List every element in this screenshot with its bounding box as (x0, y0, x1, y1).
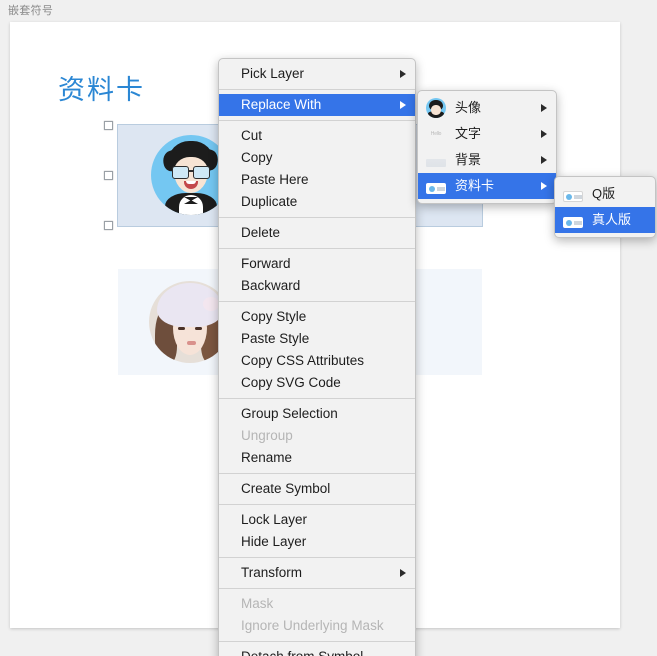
symbol-name-label: 嵌套符号 (8, 5, 54, 17)
menu-item-replace-with[interactable]: Replace With (219, 94, 415, 116)
menu-item-label: Forward (241, 256, 291, 271)
submenu-item-background[interactable]: 背景 (418, 147, 556, 173)
menu-item-label: Create Symbol (241, 481, 331, 496)
menu-item-detach-from-symbol[interactable]: Detach from Symbol (219, 646, 415, 656)
menu-separator (219, 504, 415, 505)
menu-item-transform[interactable]: Transform (219, 562, 415, 584)
avatar-thumbnail-icon (426, 98, 446, 118)
menu-separator (219, 588, 415, 589)
menu-item-forward[interactable]: Forward (219, 253, 415, 275)
avatar-glasses-icon (171, 166, 211, 179)
photo-eye-left (178, 327, 185, 330)
selection-handle-bottom-left[interactable] (104, 221, 113, 230)
menu-item-label: Transform (241, 565, 303, 580)
submenu-item-avatar[interactable]: 头像 (418, 95, 556, 121)
submenu-item-card[interactable]: 资料卡 (418, 173, 556, 199)
menu-item-label: Cut (241, 128, 263, 143)
menu-item-label: Duplicate (241, 194, 298, 209)
menu-item-label: Copy (241, 150, 273, 165)
page-title: 资料卡 (58, 75, 145, 106)
photo-eye-right (195, 327, 202, 330)
menu-item-label: Hide Layer (241, 534, 307, 549)
photo-lace-hat (157, 283, 223, 327)
menu-separator (219, 89, 415, 90)
chevron-right-icon (400, 569, 406, 577)
submenu-item-label: Q版 (592, 186, 616, 201)
menu-item-label: Copy SVG Code (241, 375, 341, 390)
menu-separator (219, 641, 415, 642)
menu-separator (219, 120, 415, 121)
submenu-item-label: 资料卡 (455, 178, 495, 193)
menu-item-label: Ungroup (241, 428, 293, 443)
text-thumbnail-icon: Hello (430, 131, 442, 137)
submenu-item-label: 真人版 (592, 212, 632, 227)
menu-item-label: Paste Here (241, 172, 309, 187)
menu-item-label: Paste Style (241, 331, 310, 346)
menu-item-label: Backward (241, 278, 301, 293)
menu-item-copy[interactable]: Copy (219, 147, 415, 169)
card-thumbnail-icon (426, 183, 446, 194)
menu-separator (219, 473, 415, 474)
card-thumbnail-icon (563, 191, 583, 202)
menu-item-cut[interactable]: Cut (219, 125, 415, 147)
chevron-right-icon (541, 156, 547, 164)
selection-handle-top-left[interactable] (104, 121, 113, 130)
menu-item-lock-layer[interactable]: Lock Layer (219, 509, 415, 531)
menu-item-hide-layer[interactable]: Hide Layer (219, 531, 415, 553)
menu-item-paste-here[interactable]: Paste Here (219, 169, 415, 191)
menu-item-label: Detach from Symbol (241, 646, 363, 656)
submenu-item-label: 文字 (455, 126, 482, 141)
submenu-replace-with[interactable]: 头像 Hello 文字背景资料卡 (417, 90, 557, 204)
submenu-item-card-version-1[interactable]: Q版 (555, 181, 655, 207)
chevron-right-icon (541, 104, 547, 112)
menu-item-create-symbol[interactable]: Create Symbol (219, 478, 415, 500)
context-menu[interactable]: Pick Layer Replace With Cut Copy Paste Here D… (218, 58, 416, 656)
menu-item-label: Ignore Underlying Mask (241, 618, 384, 633)
selection-handle-middle-left[interactable] (104, 171, 113, 180)
menu-separator (219, 217, 415, 218)
menu-separator (219, 301, 415, 302)
menu-item-copy-svg-code[interactable]: Copy SVG Code (219, 372, 415, 394)
menu-item-mask: Mask (219, 593, 415, 615)
menu-item-label: Copy CSS Attributes (241, 353, 365, 368)
submenu-item-text[interactable]: Hello 文字 (418, 121, 556, 147)
menu-item-paste-style[interactable]: Paste Style (219, 328, 415, 350)
menu-item-duplicate[interactable]: Duplicate (219, 191, 415, 213)
menu-item-backward[interactable]: Backward (219, 275, 415, 297)
menu-item-label: Mask (241, 596, 274, 611)
chevron-right-icon (541, 130, 547, 138)
menu-separator (219, 248, 415, 249)
menu-item-ignore-underlying-mask: Ignore Underlying Mask (219, 615, 415, 637)
menu-item-copy-style[interactable]: Copy Style (219, 306, 415, 328)
menu-item-rename[interactable]: Rename (219, 447, 415, 469)
submenu-profile-card[interactable]: Q版真人版 (554, 176, 656, 238)
menu-item-delete[interactable]: Delete (219, 222, 415, 244)
card-thumbnail-icon (563, 217, 583, 228)
menu-item-ungroup: Ungroup (219, 425, 415, 447)
submenu-item-label: 头像 (455, 100, 482, 115)
photo-lips (187, 341, 196, 345)
chevron-right-icon (541, 182, 547, 190)
menu-separator (219, 398, 415, 399)
app-root: 嵌套符号 资料卡 Pick Layer Replace With Cut Cop… (0, 0, 657, 656)
menu-item-label: Group Selection (241, 406, 338, 421)
submenu-item-label: 背景 (455, 152, 482, 167)
chevron-right-icon (400, 101, 406, 109)
menu-item-label: Replace With (241, 97, 322, 112)
background-thumbnail-icon (426, 159, 446, 167)
menu-item-copy-css-attributes[interactable]: Copy CSS Attributes (219, 350, 415, 372)
menu-item-label: Lock Layer (241, 512, 308, 527)
menu-item-label: Delete (241, 225, 281, 240)
menu-item-pick-layer[interactable]: Pick Layer (219, 63, 415, 85)
chevron-right-icon (400, 70, 406, 78)
menu-item-label: Pick Layer (241, 66, 305, 81)
menu-item-label: Copy Style (241, 309, 307, 324)
menu-separator (219, 557, 415, 558)
menu-item-group-selection[interactable]: Group Selection (219, 403, 415, 425)
menu-item-label: Rename (241, 450, 293, 465)
submenu-item-card-version-2[interactable]: 真人版 (555, 207, 655, 233)
